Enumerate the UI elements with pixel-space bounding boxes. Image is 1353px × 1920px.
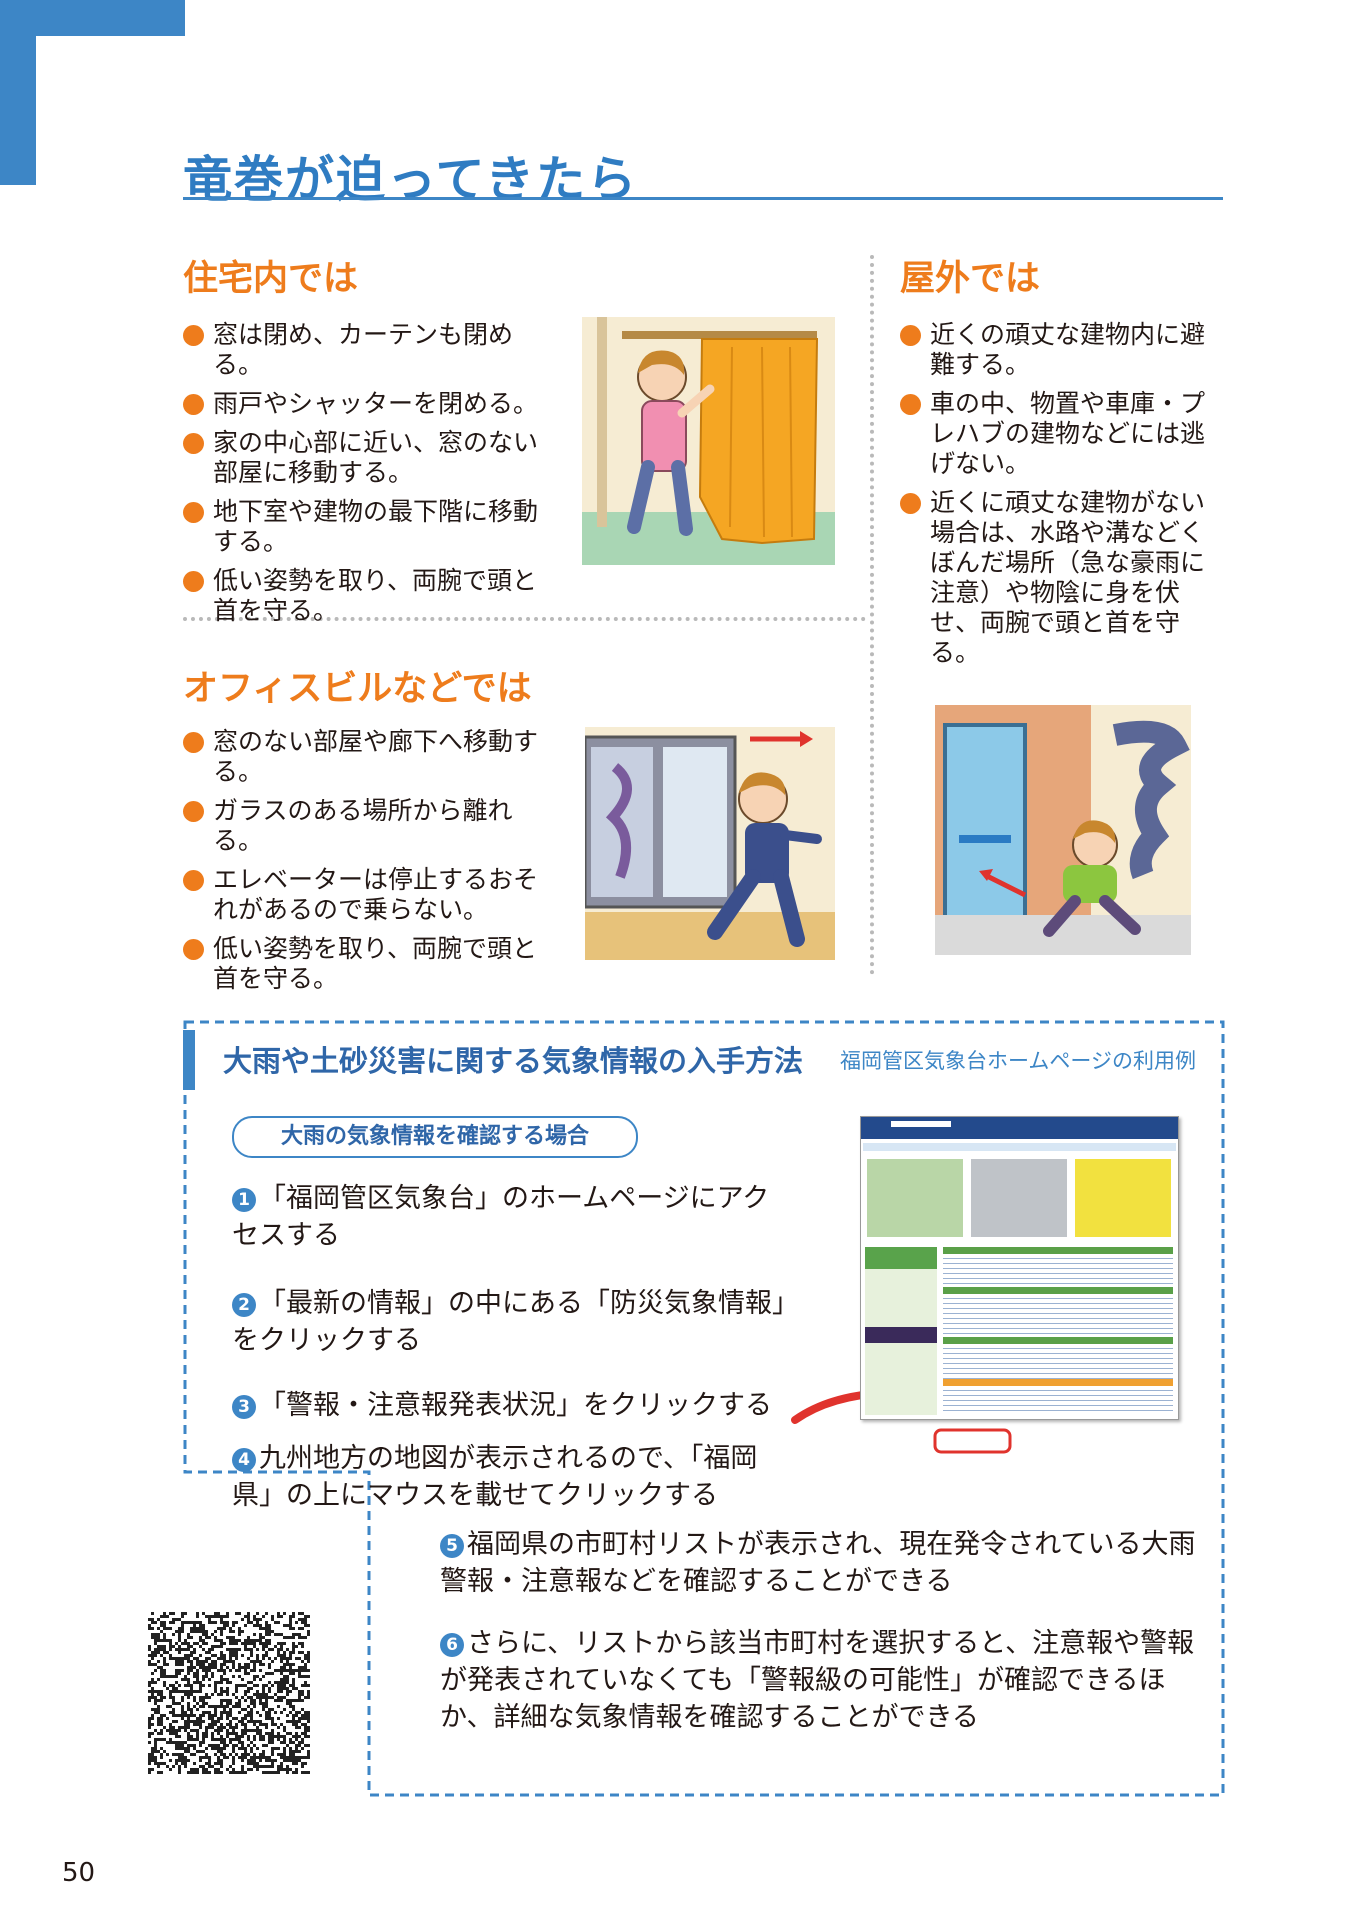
rain-info-pill: 大雨の気象情報を確認する場合 — [232, 1116, 638, 1158]
bullet-dot — [183, 502, 204, 523]
vertical-divider — [870, 255, 874, 975]
website-map-2 — [971, 1159, 1067, 1237]
office-heading: オフィスビルなどでは — [183, 669, 532, 709]
corner-decoration-inner — [36, 36, 185, 185]
info-subtitle: 福岡管区気象台ホームページの利用例 — [840, 1049, 1196, 1073]
info-title: 大雨や土砂災害に関する気象情報の入手方法 — [223, 1044, 804, 1078]
office-illustration — [585, 727, 835, 960]
office-list: 窓のない部屋や廊下へ移動する。 ガラスのある場所から離れる。 エレベーターは停止… — [183, 727, 558, 1003]
step-number-badge: 5 — [440, 1534, 464, 1558]
step-2: 2 「最新の情報」の中にある「防災気象情報」をクリックする — [232, 1288, 786, 1356]
step-5: 5 福岡県の市町村リストが表示され、現在発令されている大雨警報・注意報などを確認す… — [440, 1529, 1196, 1597]
list-item: ガラスのある場所から離れる。 — [183, 796, 558, 856]
bullet-dot — [183, 939, 204, 960]
page-title: 竜巻が迫ってきたら — [183, 151, 639, 208]
step-number-badge: 4 — [232, 1448, 256, 1472]
list-item: 窓のない部屋や廊下へ移動する。 — [183, 727, 558, 787]
bullet-dot — [183, 571, 204, 592]
website-map-3 — [1075, 1159, 1171, 1237]
list-item: 低い姿勢を取り、両腕で頭と首を守る。 — [183, 566, 558, 626]
bullet-dot — [183, 801, 204, 822]
curtain-drawing — [582, 317, 835, 565]
bullet-dot — [900, 493, 921, 514]
step-number-badge: 1 — [232, 1188, 256, 1212]
list-item: 窓は閉め、カーテンも閉める。 — [183, 320, 558, 380]
corner-decoration-left — [0, 0, 36, 185]
page-number: 50 — [62, 1858, 96, 1888]
info-title-bar — [183, 1030, 195, 1090]
website-map-1 — [867, 1159, 963, 1237]
step-number-badge: 6 — [440, 1633, 464, 1657]
website-header — [861, 1117, 1178, 1139]
outdoor-illustration — [935, 705, 1191, 955]
home-heading: 住宅内では — [183, 259, 359, 299]
list-item: 低い姿勢を取り、両腕で頭と首を守る。 — [183, 934, 558, 994]
list-item: 家の中心部に近い、窓のない部屋に移動する。 — [183, 428, 558, 488]
qr-code-icon — [148, 1612, 310, 1774]
step-3: 3 「警報・注意報発表状況」をクリックする — [232, 1387, 812, 1424]
outdoor-list: 近くの頑丈な建物内に避難する。 車の中、物置や車庫・プレハブの建物などには逃げな… — [900, 320, 1220, 677]
website-screenshot — [860, 1116, 1179, 1420]
bullet-dot — [183, 732, 204, 753]
bullet-dot — [183, 870, 204, 891]
title-underline — [183, 197, 1223, 200]
bullet-dot — [183, 325, 204, 346]
step-4: 4 九州地方の地図が表示されるので、「福岡県」の上にマウスを載せてクリックする — [232, 1443, 758, 1511]
list-item: 車の中、物置や車庫・プレハブの建物などには逃げない。 — [900, 389, 1220, 479]
bullet-dot — [900, 325, 921, 346]
list-item: 近くの頑丈な建物内に避難する。 — [900, 320, 1220, 380]
website-nav — [863, 1143, 1176, 1151]
list-item: 地下室や建物の最下階に移動する。 — [183, 497, 558, 557]
bullet-dot — [900, 394, 921, 415]
list-item: エレベーターは停止するおそれがあるので乗らない。 — [183, 865, 558, 925]
step-1: 1 「福岡管区気象台」のホームページにアクセスする — [232, 1183, 770, 1251]
curtain-illustration — [582, 317, 835, 565]
step-number-badge: 3 — [232, 1395, 256, 1419]
tornado-drawing — [935, 705, 1191, 955]
bullet-dot — [183, 433, 204, 454]
outdoor-heading: 屋外では — [900, 259, 1041, 299]
step-6: 6 さらに、リストから該当市町村を選択すると、注意報や警報が発表されていなくても「… — [440, 1628, 1195, 1733]
office-drawing — [585, 727, 835, 960]
bullet-dot — [183, 394, 204, 415]
home-list: 窓は閉め、カーテンも閉める。 雨戸やシャッターを閉める。 家の中心部に近い、窓の… — [183, 320, 558, 635]
list-item: 近くに頑丈な建物がない場合は、水路や溝などくぼんだ場所（急な豪雨に注意）や物陰に… — [900, 488, 1220, 668]
step-number-badge: 2 — [232, 1293, 256, 1317]
list-item: 雨戸やシャッターを閉める。 — [183, 389, 558, 419]
